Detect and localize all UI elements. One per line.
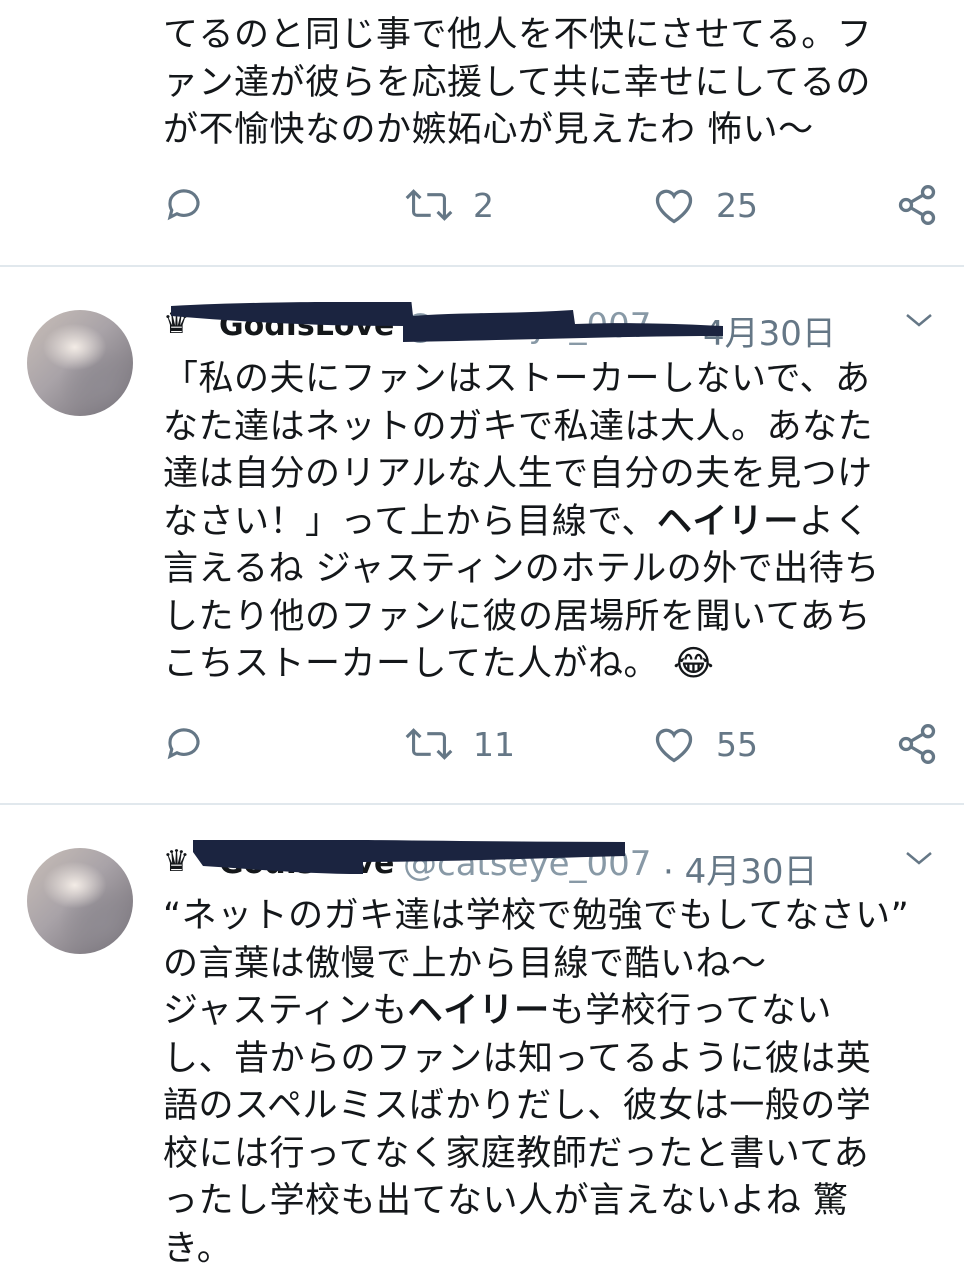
display-name[interactable]: GodIsLove bbox=[219, 846, 394, 881]
share-button[interactable] bbox=[895, 714, 939, 774]
like-button[interactable]: 55 bbox=[652, 714, 758, 774]
retweet-icon bbox=[405, 728, 453, 760]
chevron-down-icon[interactable] bbox=[904, 310, 934, 330]
tweet-actions: 2 25 bbox=[0, 175, 964, 235]
tweet-date[interactable]: · 4月30日 bbox=[663, 844, 818, 893]
heart-icon bbox=[655, 728, 693, 763]
retweet-count: 2 bbox=[473, 185, 494, 225]
retweet-button[interactable]: 2 bbox=[405, 175, 494, 235]
tweet-date[interactable]: 4月30日 bbox=[703, 306, 836, 355]
tweet-text-line: が不愉快なのか嫉妬心が見えたわ 怖い〜 bbox=[163, 110, 814, 150]
retweet-icon bbox=[405, 189, 453, 221]
like-button[interactable]: 25 bbox=[652, 175, 758, 235]
reply-icon bbox=[167, 189, 200, 221]
crown-icon: ♛ bbox=[163, 306, 190, 341]
chevron-down-icon[interactable] bbox=[904, 848, 934, 868]
username-handle[interactable]: @catseye_007 bbox=[403, 306, 651, 346]
tweet-actions: 11 55 bbox=[0, 714, 964, 774]
tweet-text-line: てるのと同じ事で他人を不快にさせてる。フ bbox=[163, 15, 873, 55]
share-icon bbox=[898, 724, 936, 764]
tweet-header: ♛ GodIsLove @catseye_007 4月30日 bbox=[163, 302, 944, 355]
mention-name[interactable]: ヘイリー bbox=[408, 991, 550, 1031]
share-icon bbox=[898, 185, 936, 225]
crown-icon: ♛ bbox=[163, 844, 190, 879]
reply-button[interactable] bbox=[163, 714, 205, 774]
tweet-text: 「私の夫にファンはストーカーしないで、あ なた達はネットのガキで私達は大人。あな… bbox=[163, 356, 924, 689]
tweet-header: ♛ GodIsLove @catseye_007 · 4月30日 bbox=[163, 840, 944, 893]
share-button[interactable] bbox=[895, 175, 939, 235]
retweet-button[interactable]: 11 bbox=[405, 714, 515, 774]
reply-icon bbox=[167, 728, 200, 760]
like-count: 25 bbox=[716, 185, 758, 225]
tweet-divider bbox=[0, 265, 964, 267]
tweet-text: “ネットのガキ達は学校で勉強でもしてなさい” の言葉は傲慢で上から目線で酷いね〜… bbox=[163, 893, 924, 1273]
tweet-text-line: ァン達が彼らを応援して共に幸せにしてるの bbox=[163, 62, 871, 103]
tweet-divider bbox=[0, 803, 964, 805]
mention-name[interactable]: ヘイリー bbox=[657, 502, 799, 542]
tweet-text-segment: も学校行ってない し、昔からのファンは知ってるように彼は英 語のスペルミスばかり… bbox=[163, 991, 872, 1269]
avatar[interactable] bbox=[27, 310, 133, 416]
avatar[interactable] bbox=[27, 848, 133, 954]
username-handle[interactable]: @catseye_007 bbox=[403, 844, 651, 884]
heart-icon bbox=[655, 189, 693, 224]
retweet-count: 11 bbox=[473, 724, 515, 764]
tweet-text: てるのと同じ事で他人を不快にさせてる。フ ァン達が彼らを応援して共に幸せにしてる… bbox=[163, 12, 924, 155]
reply-button[interactable] bbox=[163, 175, 205, 235]
laughing-emoji-icon: 😂 bbox=[672, 644, 715, 684]
display-name[interactable]: GodIsLove bbox=[219, 308, 394, 343]
like-count: 55 bbox=[716, 724, 758, 764]
